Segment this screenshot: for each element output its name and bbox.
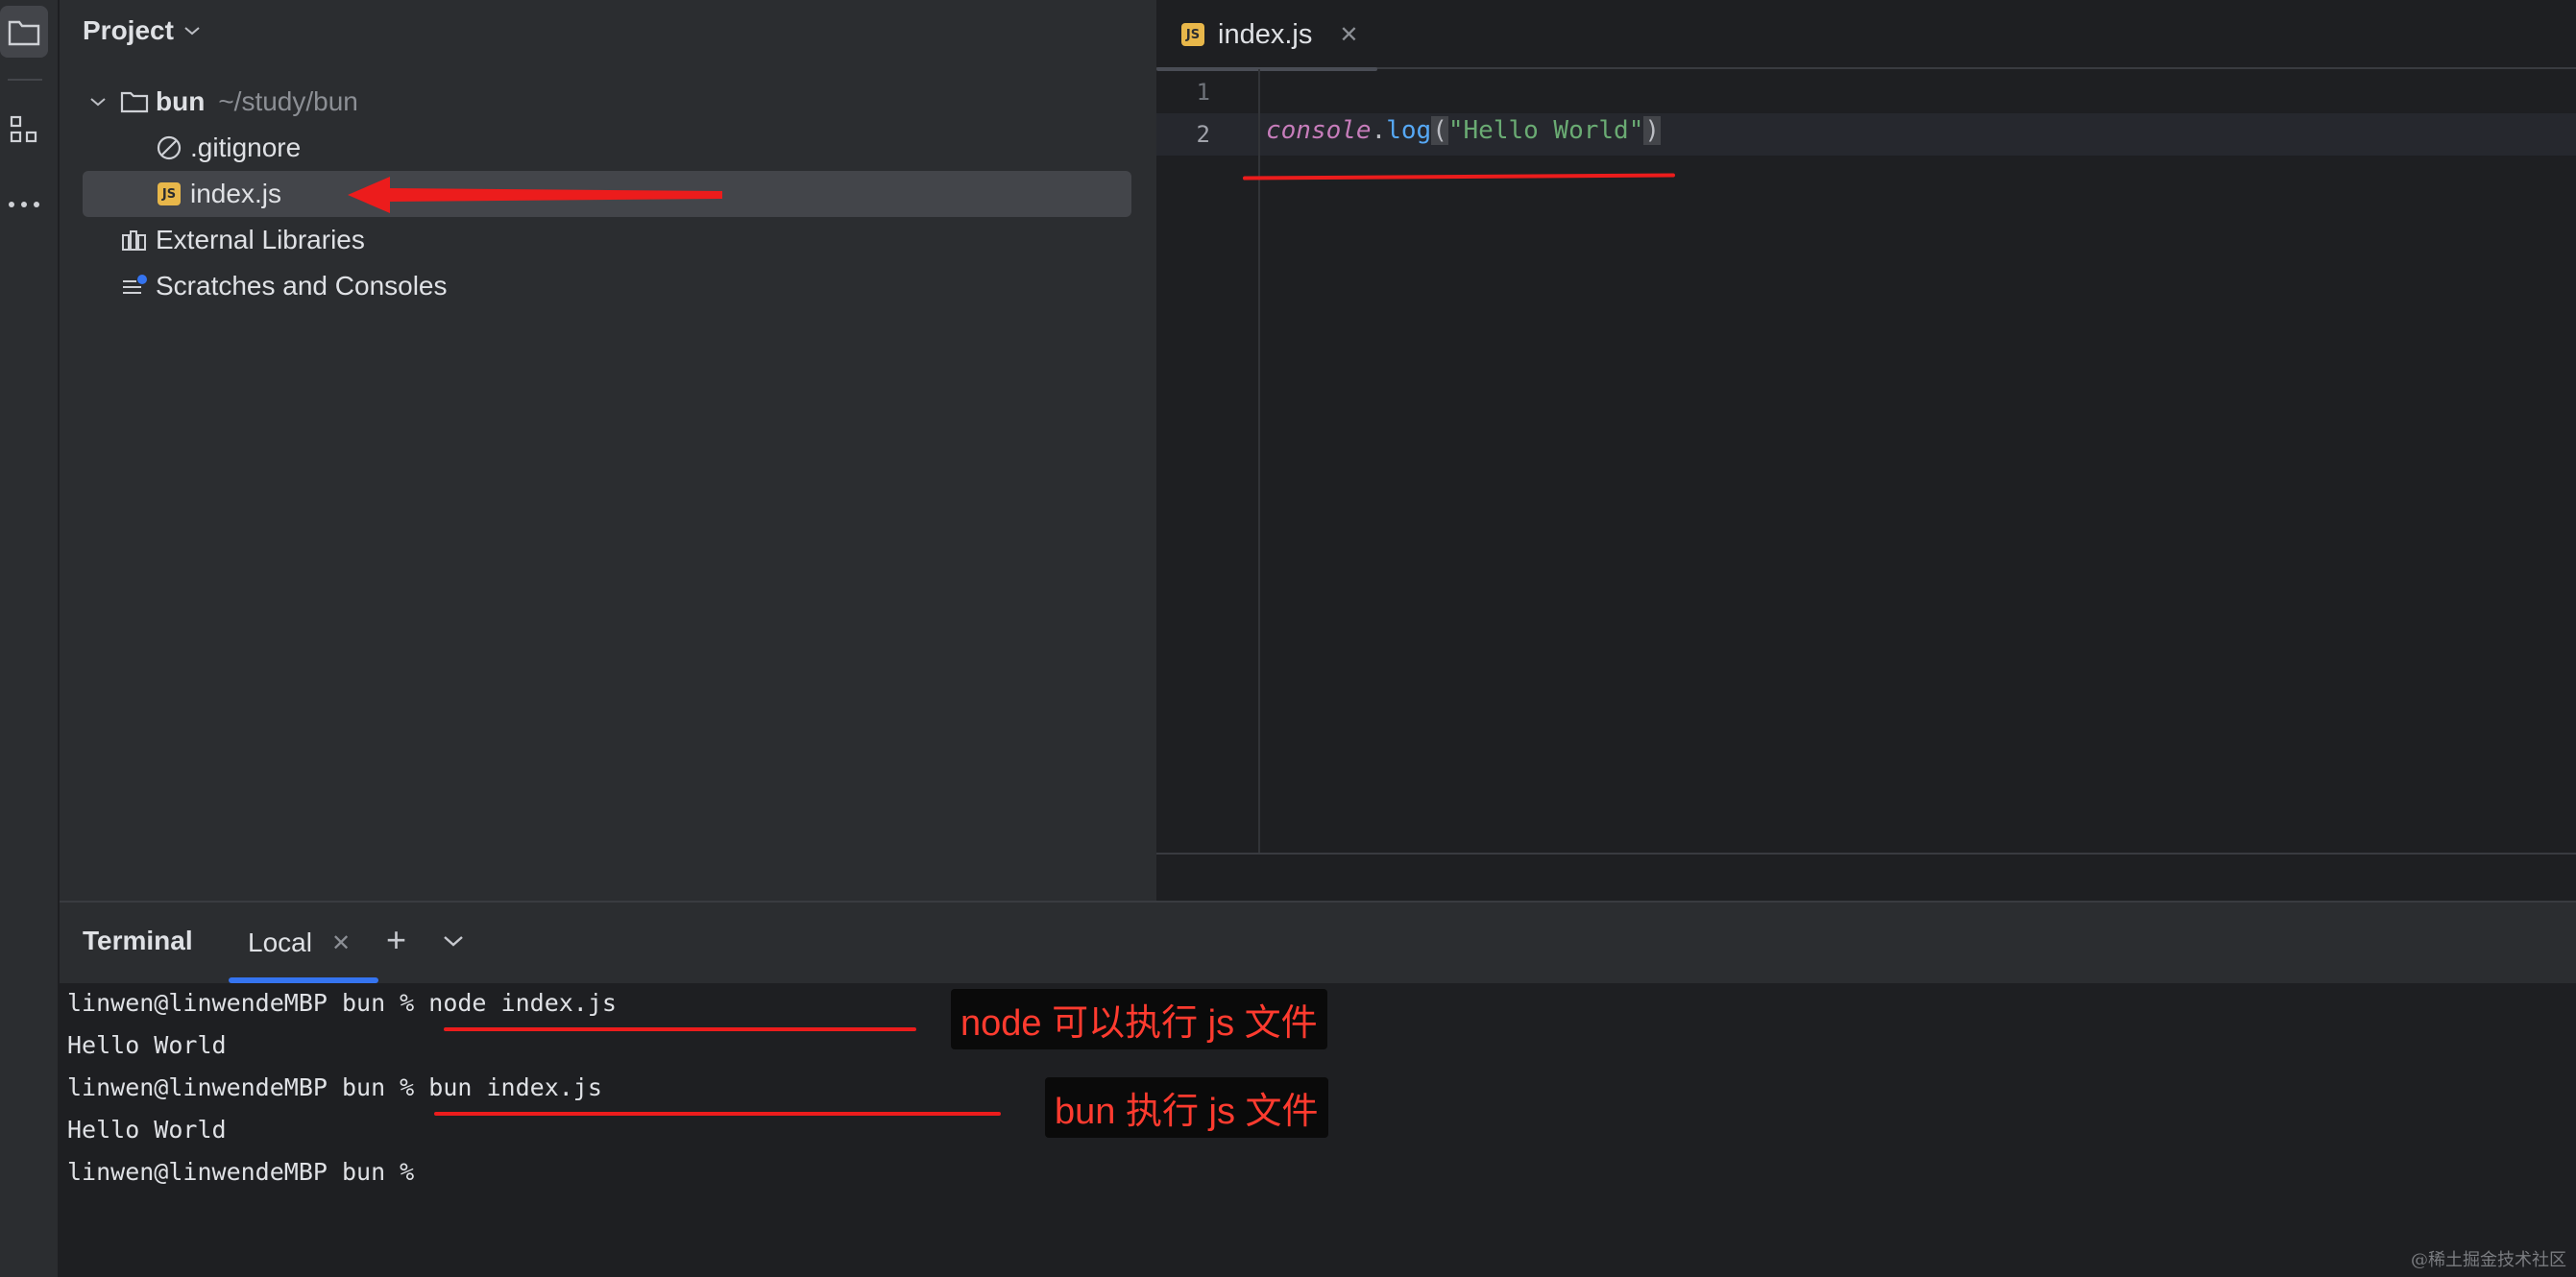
project-tool-button[interactable] <box>0 6 48 58</box>
tree-label: External Libraries <box>156 225 365 254</box>
chevron-down-icon[interactable] <box>442 922 465 960</box>
terminal-tab-local[interactable]: Local ✕ <box>229 903 378 983</box>
code-line[interactable]: console.log("Hello World") <box>1266 116 1662 145</box>
tree-label: Scratches and Consoles <box>156 271 448 301</box>
tab-label: index.js <box>1218 18 1313 50</box>
terminal-line[interactable]: linwen@linwendeMBP bun % node index.js <box>67 989 617 1017</box>
more-icon <box>9 202 39 207</box>
terminal-line[interactable]: linwen@linwendeMBP bun % <box>67 1158 414 1186</box>
annotation-node-note: node 可以执行 js 文件 <box>951 989 1327 1049</box>
tree-item-gitignore[interactable]: .gitignore <box>154 125 301 171</box>
watermark: @稀土掘金技术社区 <box>2411 1250 2566 1270</box>
terminal-line[interactable]: Hello World <box>67 1031 227 1059</box>
terminal-title: Terminal <box>83 926 193 955</box>
folder-icon <box>119 86 150 117</box>
code-open-paren: ( <box>1431 116 1448 145</box>
editor-tab-bar: JS index.js ✕ <box>1156 0 2576 71</box>
ignored-file-icon <box>154 133 184 163</box>
line-number-gutter: 1 2 <box>1156 69 1260 853</box>
js-file-icon: JS <box>1181 23 1204 46</box>
file-name: .gitignore <box>190 133 302 162</box>
tree-root-bun[interactable]: bun ~/study/bun <box>83 79 358 125</box>
file-name: index.js <box>190 179 281 208</box>
structure-tool-button[interactable] <box>0 104 48 156</box>
scratches-icon <box>119 271 150 301</box>
library-icon <box>119 225 150 255</box>
code-method: log <box>1386 116 1432 145</box>
annotation-arrow-icon <box>348 177 722 213</box>
line-number: 2 <box>1196 121 1210 148</box>
structure-icon <box>10 115 37 143</box>
terminal-tab-underline <box>229 977 378 983</box>
annotation-underline <box>434 1112 1001 1116</box>
tool-window-strip <box>0 0 60 1277</box>
project-title: Project <box>83 15 174 45</box>
code-object: console <box>1266 116 1372 145</box>
project-header[interactable]: Project <box>83 13 201 48</box>
code-close-paren: ) <box>1643 116 1662 145</box>
terminal-header: Terminal Local ✕ + <box>60 903 2576 983</box>
code-dot: . <box>1371 116 1387 145</box>
strip-separator <box>8 79 42 81</box>
editor-tab-index-js[interactable]: JS index.js ✕ <box>1156 0 1377 71</box>
annotation-underline <box>444 1027 916 1031</box>
tree-item-external-libraries[interactable]: External Libraries <box>119 217 365 263</box>
chevron-down-icon[interactable] <box>83 86 113 117</box>
more-tools-button[interactable] <box>0 179 48 230</box>
root-folder-path: ~/study/bun <box>218 86 358 116</box>
annotation-underline <box>1242 173 1676 181</box>
editor-pane: JS index.js ✕ 1 2 console.log("Hello Wor… <box>1154 0 2576 901</box>
new-terminal-plus-icon[interactable]: + <box>386 920 406 960</box>
js-file-icon: JS <box>154 179 184 209</box>
close-icon[interactable]: ✕ <box>1339 21 1358 49</box>
close-icon[interactable]: ✕ <box>331 929 351 957</box>
line-number: 1 <box>1196 79 1210 106</box>
code-string: "Hello World" <box>1447 116 1644 145</box>
annotation-bun-note: bun 执行 js 文件 <box>1045 1077 1328 1138</box>
terminal-tab-label: Local <box>248 928 312 957</box>
folder-icon <box>8 20 40 46</box>
chevron-down-icon <box>184 27 200 36</box>
terminal-pane: Terminal Local ✕ + linwen@linwendeMBP bu… <box>60 901 2576 1277</box>
editor-bottom-separator <box>1156 853 2576 855</box>
terminal-line[interactable]: linwen@linwendeMBP bun % bun index.js <box>67 1073 602 1101</box>
project-pane: Project bun ~/study/bun .gitignore JS in… <box>60 0 1154 901</box>
terminal-line[interactable]: Hello World <box>67 1116 227 1144</box>
tree-item-scratches[interactable]: Scratches and Consoles <box>119 263 448 309</box>
root-folder-name: bun <box>156 86 206 116</box>
